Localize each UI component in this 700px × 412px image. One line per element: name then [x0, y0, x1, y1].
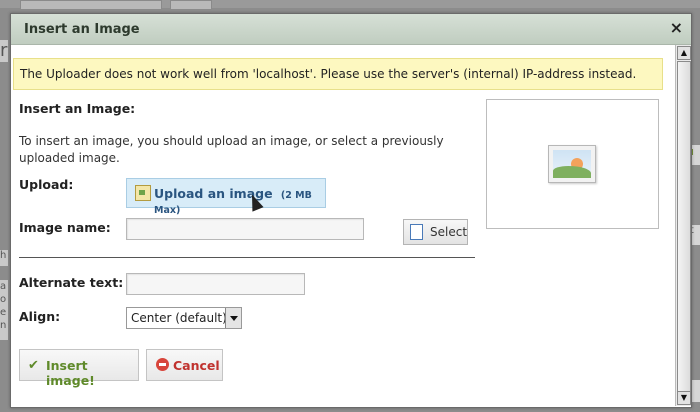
warning-banner: The Uploader does not work well from 'lo…: [13, 58, 663, 90]
checkmark-icon: ✔: [28, 358, 39, 373]
upload-label: Upload:: [19, 177, 74, 192]
scroll-down-icon[interactable]: ▼: [677, 391, 691, 405]
chevron-down-icon[interactable]: [225, 308, 241, 328]
section-title: Insert an Image:: [19, 101, 136, 116]
image-name-label: Image name:: [19, 220, 111, 235]
instructions-text: To insert an image, you should upload an…: [19, 134, 444, 165]
insert-image-dialog: Insert an Image × The Uploader does not …: [10, 13, 692, 408]
cancel-button[interactable]: Cancel: [146, 349, 223, 381]
dialog-content: The Uploader does not work well from 'lo…: [11, 45, 675, 407]
image-name-input[interactable]: [126, 218, 364, 240]
upload-image-icon: [135, 185, 151, 201]
image-preview: [486, 99, 659, 229]
warning-text: The Uploader does not work well from 'lo…: [20, 67, 637, 81]
align-selected-value: Center (default): [131, 311, 227, 325]
background-tab: [170, 0, 212, 10]
upload-image-button[interactable]: Upload an image (2 MB Max): [126, 178, 326, 216]
insert-button-label: Insert image!: [46, 358, 95, 388]
placeholder-hill: [553, 166, 591, 178]
background-left-fragment: r: [0, 40, 8, 62]
align-select[interactable]: Center (default): [126, 307, 242, 329]
select-button-label: Select: [430, 225, 468, 239]
select-button[interactable]: Select: [403, 219, 468, 245]
align-label: Align:: [19, 309, 61, 324]
close-icon[interactable]: ×: [670, 20, 683, 36]
alternate-text-input[interactable]: [126, 273, 305, 295]
document-icon: [410, 224, 423, 240]
dialog-titlebar[interactable]: Insert an Image ×: [11, 14, 691, 45]
cancel-button-label: Cancel: [173, 358, 220, 373]
alternate-text-label: Alternate text:: [19, 275, 124, 290]
upload-button-text: Upload an image (2 MB Max): [154, 186, 325, 216]
vertical-scrollbar[interactable]: ▲ ▼: [675, 45, 691, 406]
dialog-title: Insert an Image: [24, 22, 140, 37]
background-tab: [20, 0, 162, 10]
image-placeholder-icon: [548, 145, 596, 183]
scrollbar-thumb[interactable]: [677, 61, 691, 393]
divider: [19, 257, 475, 258]
cancel-icon: [156, 358, 169, 371]
insert-image-button[interactable]: ✔ Insert image!: [19, 349, 139, 388]
scroll-up-icon[interactable]: ▲: [677, 46, 691, 60]
background-left-fragment: h: [0, 250, 8, 266]
background-left-fragment: a o e n: [0, 280, 8, 340]
